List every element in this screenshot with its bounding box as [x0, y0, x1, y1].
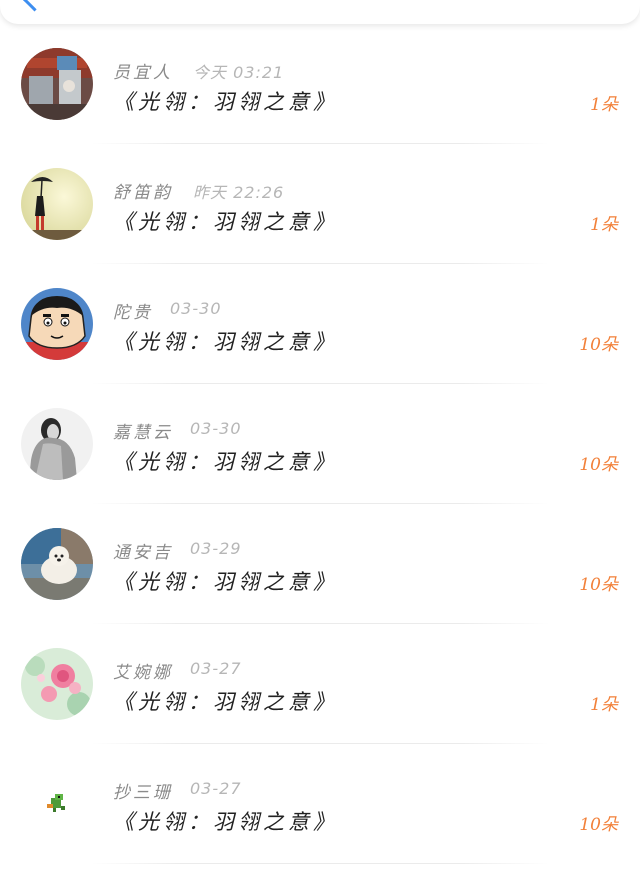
avatar[interactable] — [21, 408, 93, 480]
list-item[interactable]: 陀贵 03-30 《光翎：羽翎之意》 10朵 — [0, 264, 640, 384]
avatar[interactable] — [21, 648, 93, 720]
user-name: 员宜人 — [113, 63, 173, 83]
user-name: 抄三珊 — [113, 783, 173, 803]
book-title: 《光翎：羽翎之意》 — [113, 90, 338, 114]
gift-amount: 10朵 — [579, 455, 618, 475]
gift-amount: 1朵 — [590, 215, 618, 235]
list-item[interactable]: 抄三珊 03-27 《光翎：羽翎之意》 10朵 — [0, 744, 640, 864]
user-name: 嘉慧云 — [113, 423, 173, 443]
top-bar — [0, 0, 640, 24]
avatar[interactable] — [21, 288, 93, 360]
avatar[interactable] — [21, 768, 93, 840]
book-title: 《光翎：羽翎之意》 — [113, 810, 338, 834]
timestamp: 03-30 — [170, 299, 222, 318]
gift-amount: 1朵 — [590, 95, 618, 115]
list-item[interactable]: 通安吉 03-29 《光翎：羽翎之意》 10朵 — [0, 504, 640, 624]
timestamp: 03-27 — [190, 779, 242, 798]
back-arrow-icon[interactable] — [22, 0, 47, 12]
user-name: 陀贵 — [113, 303, 153, 323]
gift-amount: 10朵 — [579, 815, 618, 835]
timestamp: 昨天 22:26 — [193, 183, 285, 202]
user-name: 舒笛韵 — [113, 183, 173, 203]
avatar[interactable] — [21, 168, 93, 240]
list-item[interactable]: 员宜人 今天 03:21 《光翎：羽翎之意》 1朵 — [0, 24, 640, 144]
book-title: 《光翎：羽翎之意》 — [113, 690, 338, 714]
avatar[interactable] — [21, 48, 93, 120]
list-item[interactable]: 艾婉娜 03-27 《光翎：羽翎之意》 1朵 — [0, 624, 640, 744]
user-name: 艾婉娜 — [113, 663, 173, 683]
book-title: 《光翎：羽翎之意》 — [113, 210, 338, 234]
book-title: 《光翎：羽翎之意》 — [113, 570, 338, 594]
avatar[interactable] — [21, 528, 93, 600]
divider — [90, 863, 550, 864]
timestamp: 03-27 — [190, 659, 242, 678]
gift-amount: 1朵 — [590, 695, 618, 715]
list-item[interactable]: 嘉慧云 03-30 《光翎：羽翎之意》 10朵 — [0, 384, 640, 504]
gift-amount: 10朵 — [579, 575, 618, 595]
gift-record-list: 员宜人 今天 03:21 《光翎：羽翎之意》 1朵 舒笛韵 昨天 22:26 《… — [0, 24, 640, 884]
book-title: 《光翎：羽翎之意》 — [113, 330, 338, 354]
timestamp: 今天 03:21 — [193, 63, 285, 82]
timestamp: 03-29 — [190, 539, 242, 558]
list-item[interactable]: 舒笛韵 昨天 22:26 《光翎：羽翎之意》 1朵 — [0, 144, 640, 264]
timestamp: 03-30 — [190, 419, 242, 438]
book-title: 《光翎：羽翎之意》 — [113, 450, 338, 474]
gift-amount: 10朵 — [579, 335, 618, 355]
user-name: 通安吉 — [113, 543, 173, 563]
